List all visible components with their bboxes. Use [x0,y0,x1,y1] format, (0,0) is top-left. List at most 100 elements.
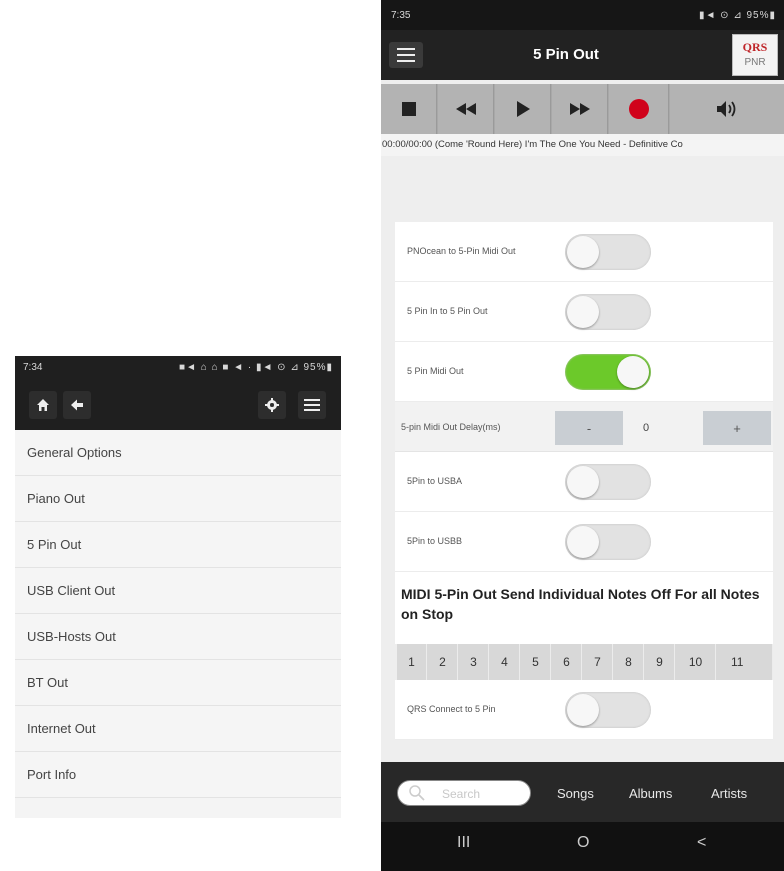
setting-row: 5 Pin In to 5 Pin Out [395,282,773,342]
app-header: 5 Pin Out QRS PNR [381,30,784,80]
stepper-label: 5-pin Midi Out Delay(ms) [401,422,501,432]
toggle-pnocean-to-5pin[interactable] [565,234,651,270]
toggle-knob [567,466,599,498]
menu-item-internet-out[interactable]: Internet Out [15,706,341,752]
home-icon [37,399,49,411]
status-bar: 7:34 ■◄ ⌂ ⌂ ■ ◄ · ▮◄ ⊙ ⊿ 95%▮ [15,356,341,380]
menu-item-label: Piano Out [27,491,85,506]
search-input[interactable]: Search [397,780,531,806]
rewind-icon [455,103,476,115]
menu-item-label: Port Info [27,767,77,782]
record-button[interactable] [609,84,669,134]
setting-label: QRS Connect to 5 Pin [407,704,496,714]
setting-label: PNOcean to 5-Pin Midi Out [407,246,516,256]
menu-item-label: Internet Out [27,721,96,736]
logo-text-top: QRS [742,40,768,54]
note-button[interactable]: 8 [614,644,644,680]
note-button[interactable]: 11 [717,644,773,680]
toggle-knob [617,356,649,388]
toolbar [15,380,341,430]
toggle-5pin-midi-out[interactable] [565,354,651,390]
menu-item-label: BT Out [27,675,68,690]
menu-item-general-options[interactable]: General Options [15,430,341,476]
home-button[interactable] [29,391,57,419]
setting-row: QRS Connect to 5 Pin [395,680,773,740]
section-title: MIDI 5-Pin Out Send Individual Notes Off… [395,572,773,644]
note-button[interactable]: 10 [676,644,716,680]
stop-icon [401,102,416,116]
recents-button[interactable]: III [457,834,470,852]
home-button[interactable]: O [577,834,589,852]
setting-label: 5 Pin Midi Out [407,366,464,376]
nav-artists[interactable]: Artists [711,786,747,801]
toggle-5pin-in-to-5pin-out[interactable] [565,294,651,330]
right-phone-screen: 7:35 ▮◄ ⊙ ⊿ 95%▮ 5 Pin Out QRS PNR 00:00… [381,0,784,871]
back-button[interactable] [63,391,91,419]
play-icon [516,101,530,117]
volume-button[interactable] [670,84,784,134]
toggle-knob [567,694,599,726]
gear-icon [265,398,279,412]
transport-controls [381,84,784,134]
toggle-knob [567,526,599,558]
menu-button[interactable] [298,391,326,419]
note-button[interactable]: 4 [490,644,520,680]
search-placeholder: Search [442,787,481,801]
toggle-5pin-to-usbb[interactable] [565,524,651,560]
menu-item-label: USB-Hosts Out [27,629,116,644]
note-button[interactable]: 9 [645,644,675,680]
setting-row: PNOcean to 5-Pin Midi Out [395,222,773,282]
settings-button[interactable] [258,391,286,419]
note-button[interactable]: 3 [459,644,489,680]
setting-row: 5Pin to USBB [395,512,773,572]
toggle-knob [567,296,599,328]
back-button[interactable]: < [697,834,706,852]
system-nav-bar: III O < [381,822,784,871]
hamburger-icon-bar [397,60,415,62]
setting-row: 5 Pin Midi Out [395,342,773,402]
menu-button[interactable] [389,42,423,68]
nav-albums[interactable]: Albums [629,786,672,801]
note-button[interactable]: 6 [552,644,582,680]
nav-songs[interactable]: Songs [557,786,594,801]
rewind-button[interactable] [438,84,494,134]
logo-text-bottom: PNR [744,57,766,68]
menu-item-piano-out[interactable]: Piano Out [15,476,341,522]
toggle-5pin-to-usba[interactable] [565,464,651,500]
record-icon [628,99,649,119]
search-icon [409,785,425,801]
menu-item-label: General Options [27,445,122,460]
menu-item-usb-client-out[interactable]: USB Client Out [15,568,341,614]
status-time: 7:35 [391,10,411,21]
note-button[interactable]: 1 [397,644,427,680]
page-title: 5 Pin Out [533,46,599,63]
setting-label: 5Pin to USBB [407,536,463,546]
menu-item-label: 5 Pin Out [27,537,82,552]
menu-item-usb-hosts-out[interactable]: USB-Hosts Out [15,614,341,660]
menu-item-bt-out[interactable]: BT Out [15,660,341,706]
hamburger-icon [397,48,415,50]
setting-label: 5 Pin In to 5 Pin Out [407,306,488,316]
setting-label: 5Pin to USBA [407,476,463,486]
status-bar: 7:35 ▮◄ ⊙ ⊿ 95%▮ [381,0,784,30]
menu-item-5-pin-out[interactable]: 5 Pin Out [15,522,341,568]
fast-forward-button[interactable] [552,84,608,134]
toggle-qrs-connect[interactable] [565,692,651,728]
speaker-icon [717,101,736,117]
toggle-knob [567,236,599,268]
status-indicators: ■◄ ⌂ ⌂ ■ ◄ · ▮◄ ⊙ ⊿ 95%▮ [179,362,333,373]
note-button[interactable]: 5 [521,644,551,680]
hamburger-icon [304,399,320,411]
status-time: 7:34 [23,362,43,373]
menu-item-port-info[interactable]: Port Info [15,752,341,798]
delay-value: 0 [643,422,650,434]
qrs-pnr-logo: QRS PNR [732,34,778,76]
note-button[interactable]: 2 [428,644,458,680]
note-selector: 1 2 3 4 5 6 7 8 9 10 11 [397,644,773,680]
play-button[interactable] [495,84,551,134]
decrement-button[interactable]: - [555,411,623,445]
fast-forward-icon [569,103,590,115]
note-button[interactable]: 7 [583,644,613,680]
increment-button[interactable]: + [703,411,771,445]
stop-button[interactable] [381,84,437,134]
